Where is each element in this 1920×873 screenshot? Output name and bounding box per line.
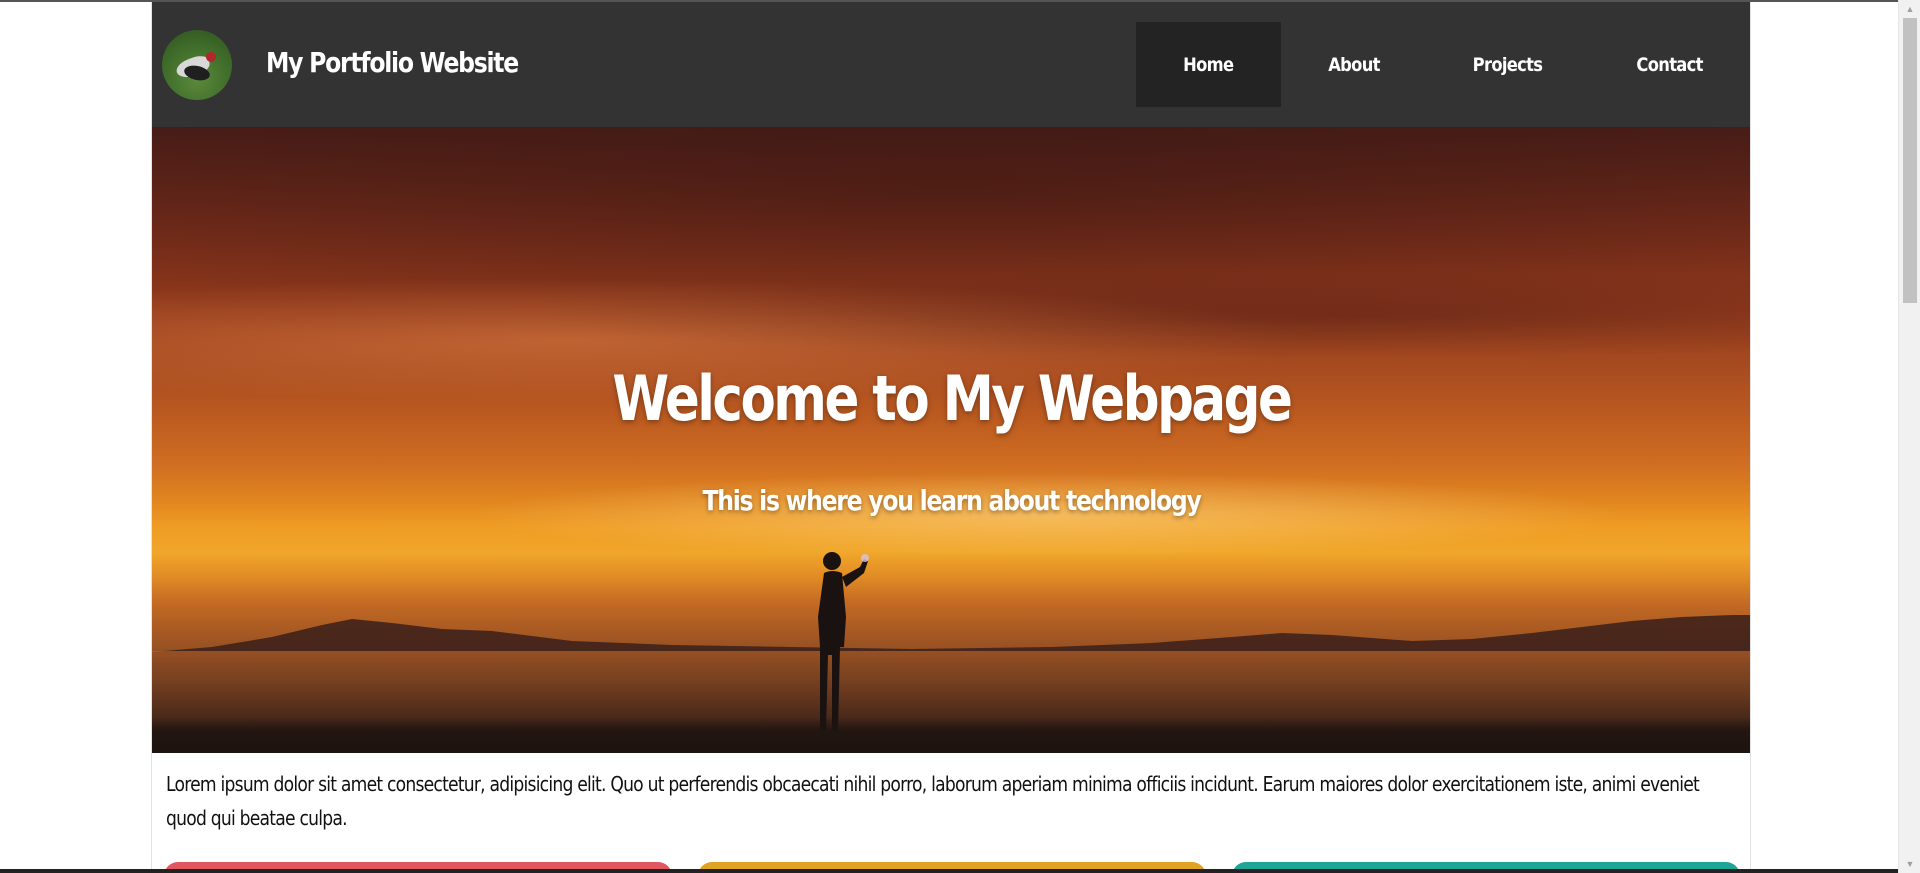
hero-banner: Welcome to My Webpage This is where you … [152,127,1750,753]
main-nav: Home About Projects Contact [1136,22,1750,107]
logo-shape [206,52,216,62]
nav-item-projects[interactable]: Projects [1426,22,1590,107]
site-title: My Portfolio Website [266,46,519,79]
avatar-photo-icon[interactable] [162,30,232,100]
distant-mountains [152,615,1750,657]
chevron-down-icon[interactable]: ▼ [1903,858,1917,870]
nav-item-label: Home [1183,53,1234,76]
intro-text: Lorem ipsum dolor sit amet consectetur, … [166,772,1700,830]
window-bottom-border [0,869,1898,873]
nav-item-about[interactable]: About [1281,22,1426,107]
hero-title-text: Welcome to My Webpage [612,362,1292,435]
nav-item-label: About [1327,53,1380,76]
page-container: My Portfolio Website Home About Projects… [151,2,1751,873]
chevron-up-icon[interactable]: ▲ [1903,3,1917,15]
vertical-scrollbar[interactable]: ▲ ▼ [1898,0,1920,873]
sunset-sky [152,127,1750,753]
hero-title: Welcome to My Webpage [152,362,1750,435]
hero-subtitle: This is where you learn about technology [152,484,1750,517]
scrollbar-thumb[interactable] [1903,18,1917,303]
intro-paragraph: Lorem ipsum dolor sit amet consectetur, … [166,767,1736,835]
nav-item-home[interactable]: Home [1136,22,1281,107]
hero-subtitle-text: This is where you learn about technology [701,484,1201,517]
silhouette-person [818,552,869,731]
nav-item-label: Contact [1636,53,1704,76]
nav-item-contact[interactable]: Contact [1590,22,1750,107]
navbar: My Portfolio Website Home About Projects… [152,2,1750,127]
nav-item-label: Projects [1473,53,1543,76]
beach-shore [152,717,1750,753]
